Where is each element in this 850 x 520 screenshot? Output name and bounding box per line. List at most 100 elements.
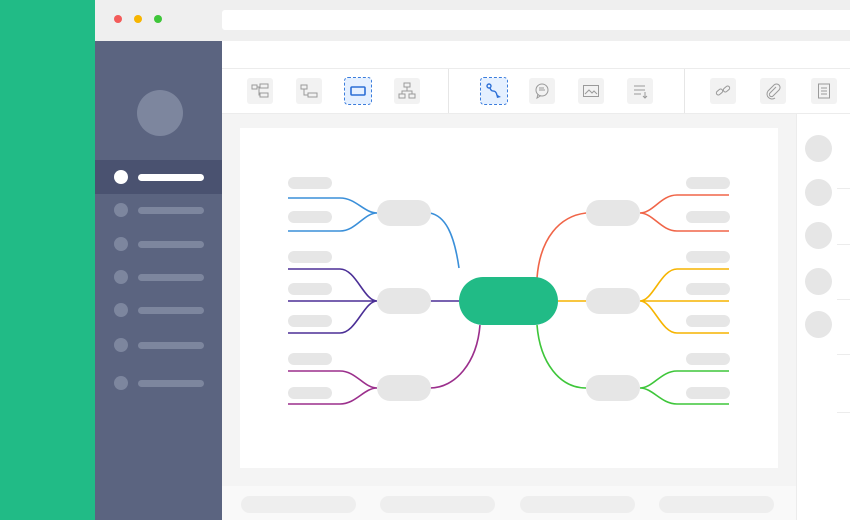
sidebar-item-1[interactable]	[95, 160, 222, 194]
panel-button[interactable]	[805, 268, 832, 295]
maximize-window-button[interactable]	[154, 15, 162, 23]
bottom-bar-item[interactable]	[380, 496, 495, 513]
leaf-placeholder[interactable]	[686, 211, 730, 223]
panel-button[interactable]	[805, 179, 832, 206]
link-button[interactable]	[710, 78, 736, 104]
image-button[interactable]	[578, 78, 604, 104]
sidebar-item-4[interactable]	[95, 260, 222, 294]
sidebar-item-icon	[114, 303, 128, 317]
sidebar-item-7[interactable]	[95, 366, 222, 400]
leaf-placeholder[interactable]	[686, 251, 730, 263]
bottom-bar-item[interactable]	[520, 496, 635, 513]
sidebar-item-label	[138, 174, 204, 181]
leaf-placeholder[interactable]	[686, 387, 730, 399]
sidebar-item-label	[138, 241, 204, 248]
subtopic-node[interactable]	[377, 375, 431, 401]
node-shape-icon	[350, 86, 366, 96]
bottom-bar	[222, 486, 796, 520]
panel-button[interactable]	[805, 222, 832, 249]
document-button[interactable]	[811, 78, 837, 104]
connector-button[interactable]	[480, 77, 508, 105]
url-bar[interactable]	[222, 10, 850, 30]
sidebar-item-5[interactable]	[95, 293, 222, 327]
leaf-placeholder[interactable]	[686, 283, 730, 295]
sidebar-item-3[interactable]	[95, 227, 222, 261]
mindmap-diagram	[288, 177, 730, 405]
leaf-placeholder[interactable]	[288, 283, 332, 295]
subtopic-node[interactable]	[377, 200, 431, 226]
leaf-placeholder[interactable]	[686, 353, 730, 365]
toolbar-divider	[684, 69, 685, 113]
branch-connector	[429, 212, 460, 269]
comment-button[interactable]	[529, 78, 555, 104]
close-window-button[interactable]	[114, 15, 122, 23]
toolbar	[222, 69, 850, 114]
bottom-bar-item[interactable]	[659, 496, 774, 513]
attachment-icon	[766, 83, 781, 100]
sidebar-item-icon	[114, 376, 128, 390]
minimize-window-button[interactable]	[134, 15, 142, 23]
note-icon	[634, 85, 648, 99]
leaf-placeholder[interactable]	[288, 211, 332, 223]
sidebar-item-icon	[114, 237, 128, 251]
connector-icon	[486, 83, 501, 98]
layout-org-icon	[300, 84, 318, 98]
panel-divider	[837, 412, 850, 413]
leaf-placeholder[interactable]	[686, 315, 730, 327]
right-panel	[796, 114, 850, 520]
leaf-placeholder[interactable]	[288, 177, 332, 189]
sidebar-item-6[interactable]	[95, 328, 222, 362]
layout-tree-button[interactable]	[247, 78, 273, 104]
leaf-placeholder[interactable]	[288, 251, 332, 263]
attachment-button[interactable]	[760, 78, 786, 104]
sidebar-item-icon	[114, 338, 128, 352]
subtopic-node[interactable]	[586, 375, 640, 401]
editor-workspace	[222, 114, 796, 486]
subtopic-node[interactable]	[377, 288, 431, 314]
image-icon	[583, 85, 599, 97]
sidebar	[95, 41, 222, 520]
layout-tree-icon	[251, 83, 269, 98]
node-shape-button[interactable]	[344, 77, 372, 105]
sidebar-item-2[interactable]	[95, 193, 222, 227]
panel-divider	[837, 244, 850, 245]
app-window	[95, 0, 850, 520]
document-icon	[818, 83, 830, 99]
layout-hierarchy-button[interactable]	[394, 78, 420, 104]
note-button[interactable]	[627, 78, 653, 104]
leaf-placeholder[interactable]	[288, 387, 332, 399]
panel-button[interactable]	[805, 311, 832, 338]
comment-icon	[535, 83, 549, 100]
sidebar-item-label	[138, 274, 204, 281]
leaf-placeholder[interactable]	[686, 177, 730, 189]
branch-connector	[536, 324, 587, 389]
layout-org-button[interactable]	[296, 78, 322, 104]
avatar[interactable]	[137, 90, 183, 136]
title-bar	[95, 0, 850, 41]
panel-divider	[837, 299, 850, 300]
sidebar-item-label	[138, 380, 204, 387]
link-icon	[715, 85, 731, 96]
sidebar-item-icon	[114, 170, 128, 184]
panel-button[interactable]	[805, 135, 832, 162]
panel-divider	[837, 188, 850, 189]
document-header	[222, 41, 850, 69]
branch-connector	[536, 212, 587, 279]
sidebar-item-label	[138, 207, 204, 214]
subtopic-node[interactable]	[586, 200, 640, 226]
sidebar-item-label	[138, 342, 204, 349]
sidebar-item-icon	[114, 203, 128, 217]
leaf-placeholder[interactable]	[288, 353, 332, 365]
layout-hierarchy-icon	[398, 82, 416, 99]
subtopic-node[interactable]	[586, 288, 640, 314]
green-background	[0, 0, 95, 520]
branch-connector	[429, 324, 481, 389]
central-topic-node[interactable]	[459, 277, 558, 325]
leaf-placeholder[interactable]	[288, 315, 332, 327]
toolbar-divider	[448, 69, 449, 113]
mindmap-canvas[interactable]	[240, 128, 778, 468]
sidebar-item-label	[138, 307, 204, 314]
panel-divider	[837, 354, 850, 355]
bottom-bar-item[interactable]	[241, 496, 356, 513]
sidebar-item-icon	[114, 270, 128, 284]
